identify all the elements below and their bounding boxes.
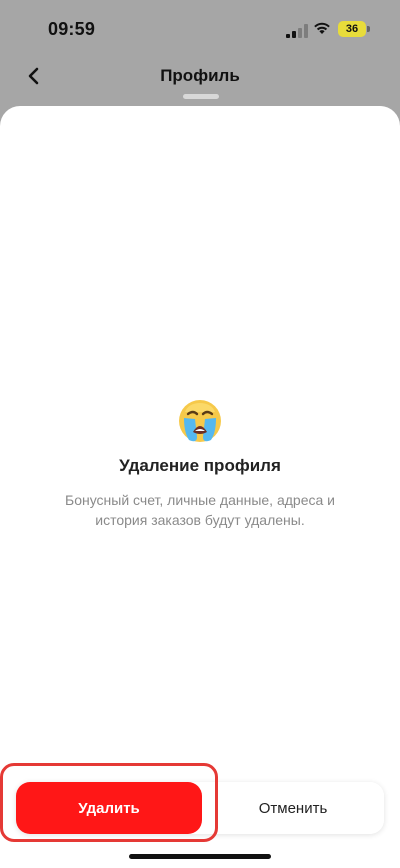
page-title: Профиль <box>160 66 240 85</box>
wifi-icon <box>314 22 330 34</box>
status-time: 09:59 <box>48 19 96 39</box>
delete-button[interactable]: Удалить <box>16 782 202 834</box>
screen: 09:59 36 Профиль Удаление профиля Бонусн… <box>0 0 400 868</box>
battery-indicator: 36 <box>338 21 370 37</box>
home-indicator[interactable] <box>129 854 271 859</box>
cancel-button[interactable]: Отменить <box>202 782 384 834</box>
dialog-title: Удаление профиля <box>119 456 281 475</box>
action-buttons: Удалить Отменить <box>16 782 384 834</box>
battery-cap <box>367 26 370 32</box>
battery-level: 36 <box>338 21 366 37</box>
delete-profile-sheet: Удаление профиля Бонусный счет, личные д… <box>0 106 400 868</box>
crying-face-icon <box>179 400 221 442</box>
status-bar: 09:59 36 <box>0 0 400 60</box>
signal-bars-icon <box>286 24 308 38</box>
sheet-content: Удаление профиля Бонусный счет, личные д… <box>0 398 400 530</box>
dialog-description: Бонусный счет, личные данные, адреса и и… <box>65 492 335 528</box>
sheet-grabber[interactable] <box>183 94 219 99</box>
